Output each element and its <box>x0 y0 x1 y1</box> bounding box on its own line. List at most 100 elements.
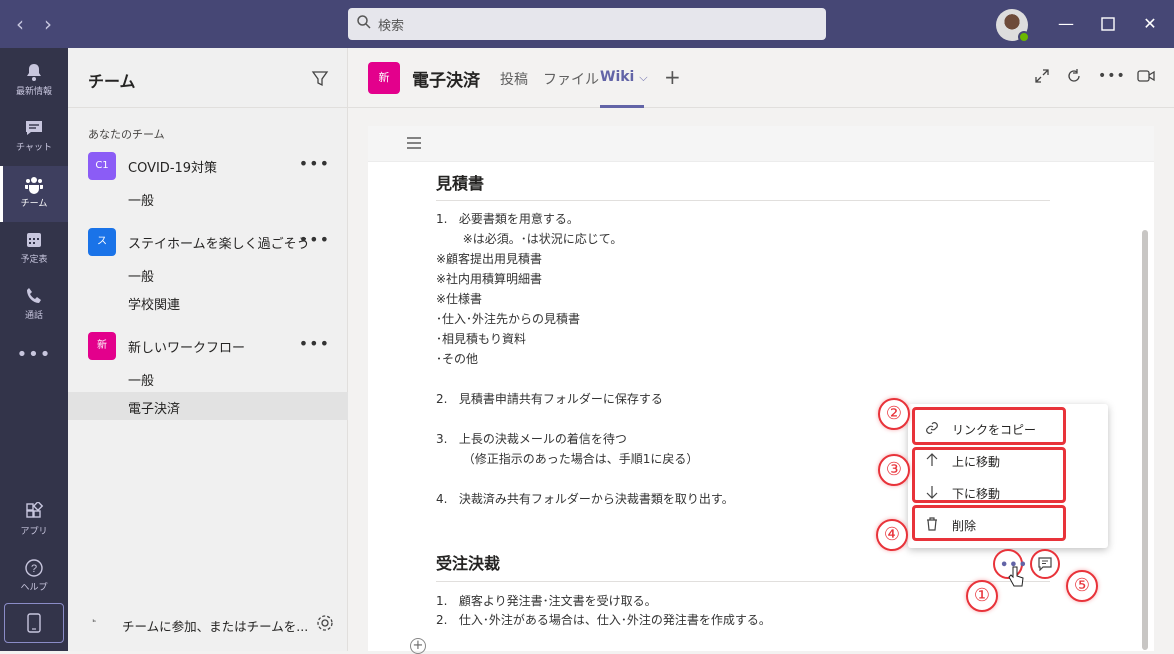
add-tab-icon[interactable]: + <box>664 65 681 89</box>
appbar-apps[interactable]: アプリ <box>0 494 68 550</box>
more-options-icon[interactable]: ••• <box>299 230 330 249</box>
team-stayhome[interactable]: ス ステイホームを楽しく過ごそう ••• <box>68 226 348 258</box>
annotation-1: ① <box>966 580 998 612</box>
add-section-icon[interactable]: + <box>410 638 426 654</box>
team-name: COVID-19対策 <box>128 161 218 176</box>
highlight-copy-link <box>912 407 1066 445</box>
appbar-label: チーム <box>20 199 48 209</box>
appbar-label: アプリ <box>20 527 48 537</box>
close-icon[interactable]: ✕ <box>1138 12 1162 36</box>
appbar-label: 通話 <box>24 311 43 321</box>
channel-item[interactable]: 一般 <box>68 184 348 212</box>
apps-icon <box>26 502 44 518</box>
team-avatar: 新 <box>88 332 116 360</box>
appbar-activity[interactable]: 最新情報 <box>0 54 68 110</box>
appbar-chat[interactable]: チャット <box>0 110 68 166</box>
tab-wiki-label: Wiki <box>600 69 635 85</box>
mobile-device-button[interactable] <box>4 603 64 643</box>
channel-label: 電子決済 <box>128 402 181 417</box>
annotation-2: ② <box>878 398 910 430</box>
gear-icon[interactable] <box>316 614 334 632</box>
channel-header: 新 電子決済 投稿 ファイル Wiki ⌵ + ••• <box>348 48 1174 108</box>
wiki-line: ･仕入･外注先からの見積書 <box>436 312 581 326</box>
wiki-line: ※仕様書 <box>436 292 483 306</box>
teams-icon <box>25 177 43 194</box>
join-team-button[interactable]: ꙺ チームに参加、またはチームを... <box>68 608 348 640</box>
section-comment-button[interactable] <box>1030 549 1060 579</box>
help-icon: ? <box>25 559 43 577</box>
refresh-icon[interactable] <box>1066 68 1082 84</box>
tab-files[interactable]: ファイル <box>543 69 599 89</box>
filter-icon[interactable] <box>311 70 329 88</box>
section-label: あなたのチーム <box>88 128 165 141</box>
appbar-label: チャット <box>16 143 52 153</box>
panel-title: チーム <box>88 72 136 91</box>
section-divider <box>436 200 1050 201</box>
channel-title: 電子決済 <box>412 71 480 91</box>
wiki-line: ･その他 <box>436 352 479 366</box>
team-avatar: C1 <box>88 152 116 180</box>
scrollbar[interactable] <box>1142 230 1148 650</box>
appbar-calendar[interactable]: 予定表 <box>0 222 68 278</box>
team-avatar: ス <box>88 228 116 256</box>
section-title[interactable]: 見積書 <box>436 170 484 194</box>
appbar-label: ヘルプ <box>20 583 48 593</box>
divider <box>68 107 348 108</box>
hamburger-menu-icon[interactable] <box>406 136 422 150</box>
maximize-icon[interactable] <box>1096 12 1120 36</box>
calendar-icon <box>27 233 41 247</box>
appbar-label: 最新情報 <box>15 87 52 97</box>
channel-label: 学校関連 <box>128 298 181 313</box>
team-name: 新しいワークフロー <box>128 341 246 356</box>
section-title[interactable]: 受注決裁 <box>436 550 500 574</box>
teams-panel: チーム あなたのチーム C1 COVID-19対策 ••• 一般 ス ステイホー… <box>68 48 348 651</box>
minimize-icon[interactable]: — <box>1054 12 1078 36</box>
more-options-icon[interactable]: ••• <box>1098 68 1126 84</box>
appbar-more[interactable]: ••• <box>0 338 68 374</box>
expand-icon[interactable] <box>1034 68 1050 84</box>
highlight-move <box>912 447 1066 503</box>
appbar-help[interactable]: ? ヘルプ <box>0 550 68 606</box>
chevron-down-icon: ⌵ <box>639 71 648 84</box>
channel-item[interactable]: 一般 <box>68 364 348 392</box>
channel-item[interactable]: 一般 <box>68 260 348 288</box>
highlight-delete <box>912 505 1066 541</box>
svg-text:?: ? <box>31 563 37 575</box>
annotation-3: ③ <box>878 454 910 486</box>
wiki-line: （修正指示のあった場合は、手順1に戻る） <box>436 452 699 466</box>
tab-posts[interactable]: 投稿 <box>500 69 528 89</box>
wiki-line: 2. 仕入･外注がある場合は、仕入･外注の発注書を作成する。 <box>436 613 771 627</box>
team-covid[interactable]: C1 COVID-19対策 ••• <box>68 150 348 182</box>
appbar-label: 予定表 <box>20 255 48 265</box>
wiki-line: ※社内用積算明細書 <box>436 272 543 286</box>
annotation-4: ④ <box>876 519 908 551</box>
section-divider <box>436 581 1050 582</box>
channel-item[interactable]: 学校関連 <box>68 288 348 316</box>
annotation-5: ⑤ <box>1066 570 1098 602</box>
wiki-line: ※顧客提出用見積書 <box>436 252 543 266</box>
appbar-teams[interactable]: チーム <box>0 166 68 222</box>
presence-available-icon <box>1018 31 1030 43</box>
channel-item-selected[interactable]: 電子決済 <box>68 392 348 420</box>
more-apps-icon: ••• <box>16 344 52 365</box>
appbar-calls[interactable]: 通話 <box>0 278 68 334</box>
bell-icon <box>27 64 41 81</box>
meet-video-icon[interactable] <box>1136 68 1156 84</box>
back-arrow-icon[interactable]: ‹ <box>10 12 30 36</box>
more-options-icon[interactable]: ••• <box>299 334 330 353</box>
more-options-icon[interactable]: ••• <box>299 154 330 173</box>
forward-arrow-icon[interactable]: › <box>38 12 58 36</box>
hand-cursor-icon <box>1008 566 1024 587</box>
channel-avatar: 新 <box>368 62 400 94</box>
chat-icon <box>26 121 42 135</box>
wiki-line: 1. 必要書類を用意する。 <box>436 212 579 226</box>
title-bar: ‹ › 検索 — ✕ <box>0 0 1174 48</box>
search-icon <box>357 15 371 29</box>
team-workflow[interactable]: 新 新しいワークフロー ••• <box>68 330 348 362</box>
user-avatar[interactable] <box>996 9 1030 43</box>
wiki-line: 4. 決裁済み共有フォルダーから決裁書類を取り出す。 <box>436 492 734 506</box>
tab-wiki[interactable]: Wiki ⌵ <box>600 69 648 85</box>
comment-icon <box>1038 557 1052 571</box>
channel-label: 一般 <box>128 194 155 209</box>
search-input[interactable]: 検索 <box>348 8 826 40</box>
